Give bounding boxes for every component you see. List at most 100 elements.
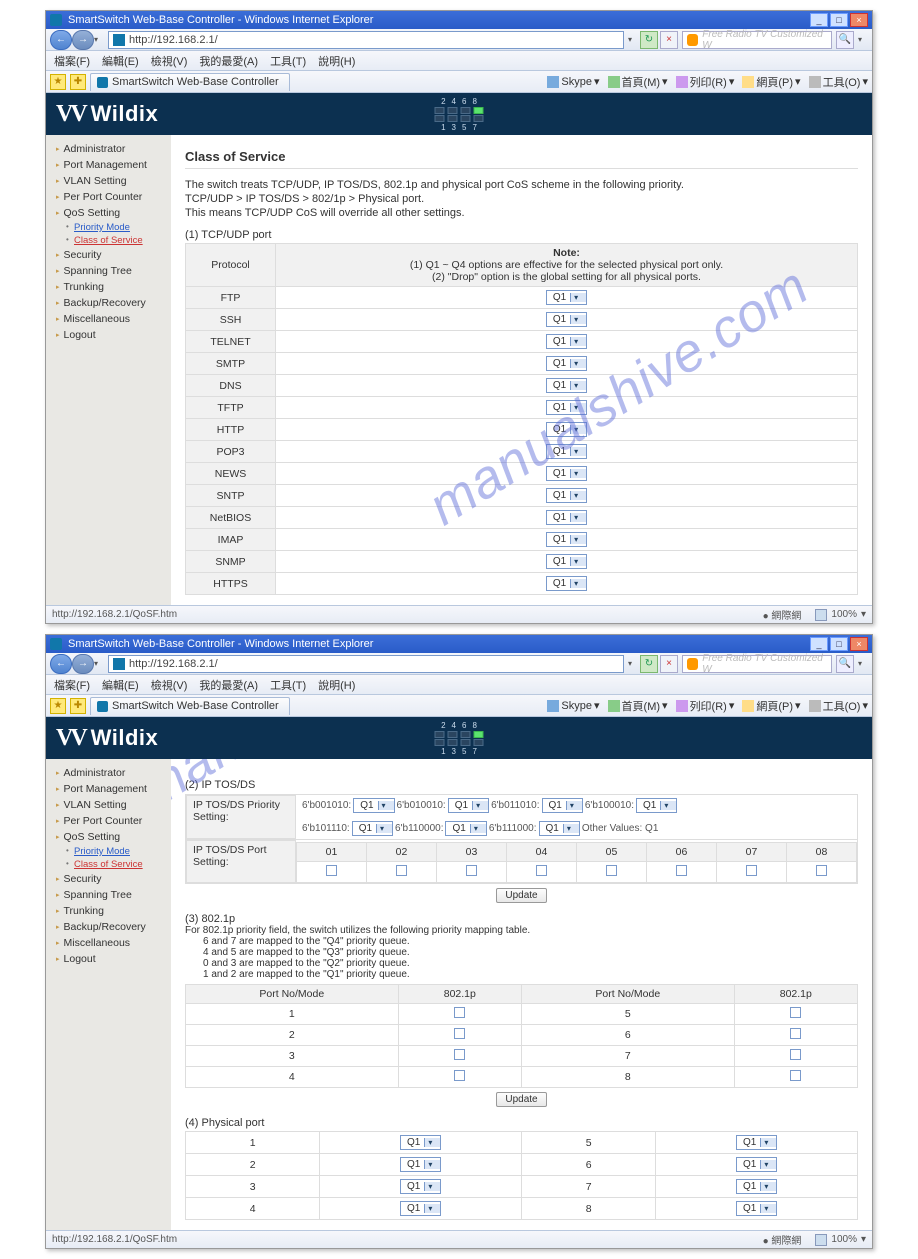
queue-select[interactable]: Q1▾ (352, 821, 393, 836)
search-box-2[interactable]: Free Radio TV Customized W (682, 655, 832, 673)
port-checkbox[interactable] (606, 865, 617, 876)
queue-select[interactable]: Q1▾ (448, 798, 489, 813)
menu-file[interactable]: 檔案(F) (54, 53, 90, 69)
8021p-checkbox[interactable] (454, 1007, 465, 1018)
tb-home[interactable]: 首頁(M) ▾ (608, 74, 668, 90)
close-button-2[interactable]: × (850, 637, 868, 651)
back-button-2[interactable]: ← (50, 654, 72, 674)
queue-select[interactable]: Q1▾ (546, 532, 587, 547)
sidebar-sub-priority-mode-2[interactable]: Priority Mode (46, 845, 171, 858)
sidebar-item-per-port-counter[interactable]: Per Port Counter (46, 189, 171, 205)
menu-tool[interactable]: 工具(T) (270, 53, 306, 69)
sidebar-item-spanning-tree[interactable]: Spanning Tree (46, 263, 171, 279)
8021p-checkbox[interactable] (790, 1049, 801, 1060)
nav-history-drop-2[interactable]: ▾ (94, 659, 104, 668)
queue-select[interactable]: Q1▾ (539, 821, 580, 836)
port-checkbox[interactable] (676, 865, 687, 876)
queue-select[interactable]: Q1▾ (546, 422, 587, 437)
search-drop[interactable]: ▾ (858, 35, 868, 44)
port-checkbox[interactable] (326, 865, 337, 876)
favorites-icon-2[interactable]: ★ (50, 698, 66, 714)
port-checkbox[interactable] (536, 865, 547, 876)
stop-button-2[interactable]: × (660, 655, 678, 673)
queue-select[interactable]: Q1▾ (546, 312, 587, 327)
port-checkbox[interactable] (466, 865, 477, 876)
tab-smartswitch[interactable]: SmartSwitch Web-Base Controller (90, 73, 290, 91)
tb-skype[interactable]: Skype ▾ (547, 75, 599, 88)
sidebar-item-trunking-2[interactable]: Trunking (46, 903, 171, 919)
sidebar-item-vlan-setting-2[interactable]: VLAN Setting (46, 797, 171, 813)
sidebar-item-backup-recovery[interactable]: Backup/Recovery (46, 295, 171, 311)
favorites-icon[interactable]: ★ (50, 74, 66, 90)
url-input-2[interactable] (129, 658, 619, 670)
8021p-checkbox[interactable] (454, 1028, 465, 1039)
queue-select[interactable]: Q1▾ (400, 1157, 441, 1172)
tab-smartswitch-2[interactable]: SmartSwitch Web-Base Controller (90, 697, 290, 715)
search-button-2[interactable]: 🔍 (836, 655, 854, 673)
add-favorite-icon[interactable]: ✚ (70, 74, 86, 90)
queue-select[interactable]: Q1▾ (542, 798, 583, 813)
queue-select[interactable]: Q1▾ (736, 1135, 777, 1150)
sidebar-item-spanning-tree-2[interactable]: Spanning Tree (46, 887, 171, 903)
url-drop[interactable]: ▾ (628, 35, 638, 44)
sidebar-item-vlan-setting[interactable]: VLAN Setting (46, 173, 171, 189)
queue-select[interactable]: Q1▾ (546, 576, 587, 591)
url-input[interactable] (129, 34, 619, 46)
queue-select[interactable]: Q1▾ (400, 1201, 441, 1216)
port-checkbox[interactable] (816, 865, 827, 876)
queue-select[interactable]: Q1▾ (736, 1179, 777, 1194)
port-checkbox[interactable] (396, 865, 407, 876)
queue-select[interactable]: Q1▾ (445, 821, 486, 836)
update-button-1[interactable]: Update (496, 888, 546, 903)
minimize-button-2[interactable]: _ (810, 637, 828, 651)
zoom-control-2[interactable]: 100% ▾ (815, 1234, 866, 1246)
tb-tools[interactable]: 工具(O) ▾ (809, 74, 868, 90)
queue-select[interactable]: Q1▾ (546, 488, 587, 503)
add-favorite-icon-2[interactable]: ✚ (70, 698, 86, 714)
queue-select[interactable]: Q1▾ (546, 290, 587, 305)
search-box[interactable]: Free Radio TV Customized W (682, 31, 832, 49)
tb-home-2[interactable]: 首頁(M) ▾ (608, 698, 668, 714)
address-bar[interactable] (108, 31, 624, 49)
sidebar-item-security[interactable]: Security (46, 247, 171, 263)
tb-page-2[interactable]: 網頁(P) ▾ (742, 698, 800, 714)
sidebar-item-port-management[interactable]: Port Management (46, 157, 171, 173)
queue-select[interactable]: Q1▾ (400, 1179, 441, 1194)
sidebar-sub-class-of-service-2[interactable]: Class of Service (46, 858, 171, 871)
port-checkbox[interactable] (746, 865, 757, 876)
sidebar-item-qos-setting[interactable]: QoS Setting (46, 205, 171, 221)
8021p-checkbox[interactable] (454, 1070, 465, 1081)
sidebar-item-logout-2[interactable]: Logout (46, 951, 171, 967)
queue-select[interactable]: Q1▾ (546, 554, 587, 569)
stop-button[interactable]: × (660, 31, 678, 49)
menu-view[interactable]: 檢視(V) (151, 53, 188, 69)
update-button-2[interactable]: Update (496, 1092, 546, 1107)
sidebar-item-miscellaneous[interactable]: Miscellaneous (46, 311, 171, 327)
8021p-checkbox[interactable] (790, 1070, 801, 1081)
sidebar-item-administrator-2[interactable]: Administrator (46, 765, 171, 781)
sidebar-item-administrator[interactable]: Administrator (46, 141, 171, 157)
queue-select[interactable]: Q1▾ (400, 1135, 441, 1150)
queue-select[interactable]: Q1▾ (546, 510, 587, 525)
refresh-button-2[interactable]: ↻ (640, 655, 658, 673)
nav-history-drop[interactable]: ▾ (94, 35, 104, 44)
queue-select[interactable]: Q1▾ (546, 356, 587, 371)
address-bar-2[interactable] (108, 655, 624, 673)
sidebar-item-security-2[interactable]: Security (46, 871, 171, 887)
queue-select[interactable]: Q1▾ (736, 1201, 777, 1216)
search-button[interactable]: 🔍 (836, 31, 854, 49)
sidebar-item-backup-recovery-2[interactable]: Backup/Recovery (46, 919, 171, 935)
queue-select[interactable]: Q1▾ (546, 334, 587, 349)
8021p-checkbox[interactable] (790, 1007, 801, 1018)
refresh-button[interactable]: ↻ (640, 31, 658, 49)
tb-print-2[interactable]: 列印(R) ▾ (676, 698, 735, 714)
queue-select[interactable]: Q1▾ (546, 400, 587, 415)
tb-skype-2[interactable]: Skype ▾ (547, 699, 599, 712)
queue-select[interactable]: Q1▾ (736, 1157, 777, 1172)
forward-button-2[interactable]: → (72, 654, 94, 674)
tb-print[interactable]: 列印(R) ▾ (676, 74, 735, 90)
sidebar-item-logout[interactable]: Logout (46, 327, 171, 343)
close-button[interactable]: × (850, 13, 868, 27)
8021p-checkbox[interactable] (454, 1049, 465, 1060)
sidebar-item-port-management-2[interactable]: Port Management (46, 781, 171, 797)
